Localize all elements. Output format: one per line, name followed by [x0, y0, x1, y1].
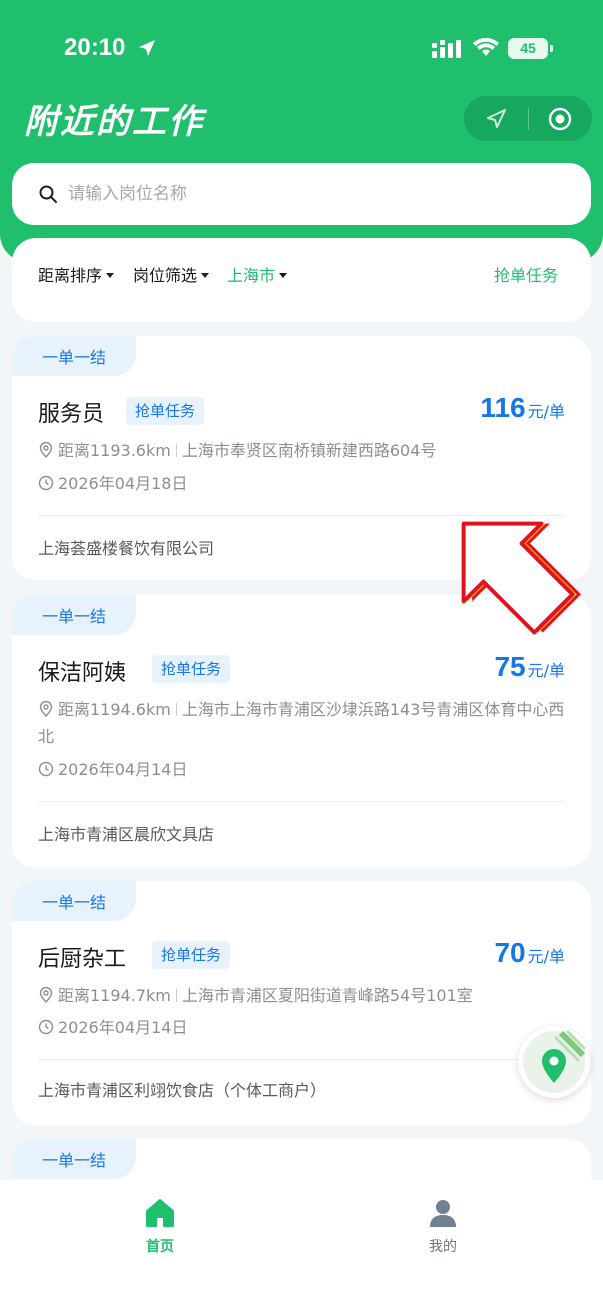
map-pin-icon — [523, 1029, 587, 1093]
job-date: 2026年04月14日 — [58, 1018, 188, 1037]
caret-down-icon — [106, 272, 115, 278]
navigation-icon — [487, 108, 506, 128]
battery-indicator: 45 — [508, 38, 553, 59]
clock-icon — [38, 1019, 54, 1035]
city-dropdown[interactable]: 上海市 — [227, 262, 288, 286]
price-value: 116 — [480, 392, 526, 423]
job-date: 2026年04月14日 — [58, 760, 188, 779]
job-location: 距离1193.6km 上海市奉贤区南桥镇新建西路604号 — [38, 437, 568, 464]
price-unit: 元/单 — [527, 947, 565, 966]
settlement-badge: 一单一结 — [12, 595, 136, 635]
job-price: 70 元/单 — [494, 937, 565, 969]
target-icon — [548, 107, 572, 130]
divider — [38, 801, 565, 802]
caret-down-icon — [279, 272, 288, 278]
job-address: 上海市奉贤区南桥镇新建西路604号 — [181, 441, 437, 460]
job-title: 服务员 — [38, 402, 105, 427]
status-time: 20:10 — [64, 34, 126, 61]
job-location: 距离1194.6km 上海市上海市青浦区沙埭浜路143号青浦区体育中心西北 — [38, 696, 568, 750]
navigation-button[interactable] — [464, 96, 528, 141]
pin-icon — [39, 701, 53, 717]
search-input[interactable] — [68, 184, 548, 204]
job-title: 后厨杂工 — [38, 947, 127, 972]
job-price: 75 元/单 — [494, 651, 565, 683]
page-title: 附近的工作 — [24, 103, 204, 141]
company-name: 上海荟盛楼餐饮有限公司 — [38, 539, 215, 558]
price-value: 75 — [494, 651, 526, 682]
clock-icon — [38, 475, 54, 491]
job-price: 116 元/单 — [480, 392, 565, 424]
job-card[interactable]: 一单一结 后厨杂工 抢单任务 70 元/单 距离1194.7km 上海市青浦区夏阳街… — [12, 881, 591, 1125]
company-name: 上海市青浦区利翊饮食店（个体工商户） — [38, 1081, 327, 1100]
job-title: 保洁阿姨 — [38, 661, 127, 686]
tab-home[interactable]: 首页 — [120, 1198, 200, 1256]
settlement-badge: 一单一结 — [12, 1139, 136, 1179]
job-distance: 距离1194.7km — [58, 986, 171, 1005]
separator — [175, 989, 177, 1002]
settlement-badge: 一单一结 — [12, 336, 136, 376]
tab-home-label: 首页 — [146, 1239, 174, 1255]
tab-mine-label: 我的 — [429, 1239, 457, 1255]
tab-bar — [0, 1180, 603, 1311]
job-date-row: 2026年04月14日 — [38, 1014, 568, 1041]
separator — [175, 703, 177, 716]
location-arrow-icon — [139, 40, 155, 56]
signal-icon — [432, 40, 461, 58]
pin-icon — [39, 442, 53, 458]
job-address: 上海市青浦区夏阳街道青峰路54号101室 — [181, 986, 473, 1005]
job-distance: 距离1193.6km — [58, 441, 171, 460]
job-date-row: 2026年04月18日 — [38, 470, 568, 497]
caret-down-icon — [201, 272, 210, 278]
grab-task-tag: 抢单任务 — [152, 655, 231, 683]
price-unit: 元/单 — [527, 661, 565, 680]
job-date-row: 2026年04月14日 — [38, 756, 568, 783]
mini-program-capsule — [464, 96, 592, 141]
pointer-arrow-icon — [461, 521, 582, 635]
city-label: 上海市 — [227, 266, 276, 285]
home-icon — [146, 1199, 174, 1227]
search-icon — [39, 185, 57, 203]
clock-icon — [38, 761, 54, 777]
wifi-icon — [473, 38, 499, 56]
close-miniprogram-button[interactable] — [528, 96, 592, 141]
job-distance: 距离1194.6km — [58, 700, 171, 719]
job-filter-label: 岗位筛选 — [133, 266, 198, 285]
price-unit: 元/单 — [527, 402, 565, 421]
distance-sort-dropdown[interactable]: 距离排序 — [38, 262, 115, 286]
map-view-button[interactable] — [518, 1026, 590, 1098]
grab-task-tag: 抢单任务 — [126, 397, 205, 425]
status-bar: 20:10 45 — [0, 0, 603, 90]
job-filter-dropdown[interactable]: 岗位筛选 — [133, 262, 210, 286]
company-name: 上海市青浦区晨欣文具店 — [38, 825, 215, 844]
job-location: 距离1194.7km 上海市青浦区夏阳街道青峰路54号101室 — [38, 982, 568, 1009]
search-bar[interactable] — [12, 163, 591, 225]
price-value: 70 — [494, 937, 526, 968]
user-icon — [430, 1200, 456, 1227]
settlement-badge: 一单一结 — [12, 881, 136, 921]
job-date: 2026年04月18日 — [58, 474, 188, 493]
pin-icon — [39, 987, 53, 1003]
divider — [38, 1059, 565, 1060]
tab-mine[interactable]: 我的 — [403, 1198, 483, 1256]
grab-task-link[interactable]: 抢单任务 — [494, 262, 558, 286]
separator — [175, 444, 177, 457]
grab-task-tag: 抢单任务 — [152, 941, 231, 969]
distance-sort-label: 距离排序 — [38, 266, 103, 285]
